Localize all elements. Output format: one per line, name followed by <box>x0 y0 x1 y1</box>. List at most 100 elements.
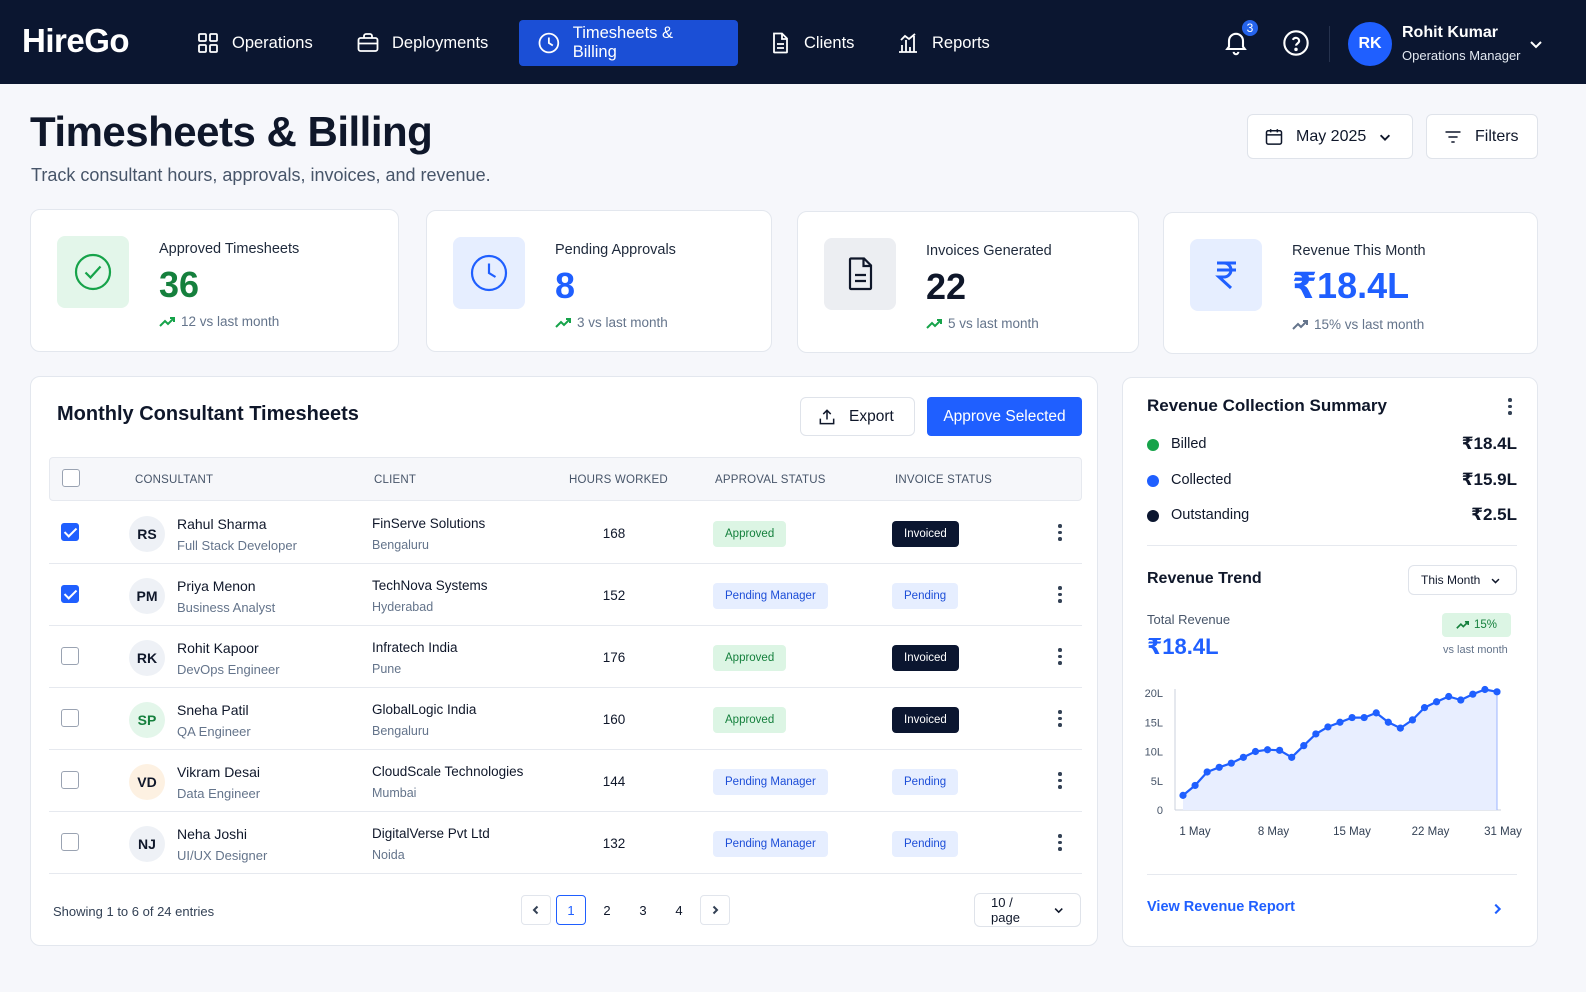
trend-point[interactable] <box>1433 698 1441 706</box>
consultant-name[interactable]: Rahul Sharma <box>177 516 267 532</box>
trend-point[interactable] <box>1336 718 1344 726</box>
next-page-button[interactable] <box>700 895 730 925</box>
nav-reports[interactable]: Reports <box>878 20 1008 66</box>
row-actions-button[interactable] <box>1057 834 1063 852</box>
trend-point[interactable] <box>1239 753 1247 761</box>
filters-button[interactable]: Filters <box>1426 114 1538 159</box>
trend-point[interactable] <box>1215 763 1223 771</box>
select-all-checkbox[interactable] <box>62 469 80 487</box>
nav-deployments[interactable]: Deployments <box>338 20 506 66</box>
nav-clients[interactable]: Clients <box>750 20 872 66</box>
trend-point[interactable] <box>1288 753 1296 761</box>
document-icon <box>773 32 788 54</box>
trend-point[interactable] <box>1203 768 1211 776</box>
trend-point[interactable] <box>1360 713 1368 722</box>
notifications-button[interactable]: 3 <box>1222 18 1260 58</box>
trend-point[interactable] <box>1372 709 1380 717</box>
page-button-3[interactable]: 3 <box>628 895 658 925</box>
user-menu-chevron[interactable] <box>1528 36 1544 57</box>
help-button[interactable] <box>1282 29 1310 62</box>
trend-point[interactable] <box>1469 690 1477 698</box>
user-name[interactable]: Rohit Kumar <box>1402 24 1498 42</box>
export-button[interactable]: Export <box>800 397 915 436</box>
stat-card-revenue: Revenue This Month ₹18.4L 15% vs last mo… <box>1163 212 1538 354</box>
trend-range-select[interactable]: This Month <box>1408 565 1517 595</box>
page-subtitle: Track consultant hours, approvals, invoi… <box>31 165 491 185</box>
legend-name: Outstanding <box>1171 507 1250 523</box>
trend-point[interactable] <box>1179 791 1187 799</box>
row-actions-button[interactable] <box>1057 586 1063 604</box>
trend-point[interactable] <box>1263 746 1272 754</box>
row-actions-button[interactable] <box>1057 710 1063 728</box>
trend-point[interactable] <box>1251 747 1260 756</box>
nav-label: Timesheets & Billing <box>572 24 673 61</box>
trend-point[interactable] <box>1408 716 1417 724</box>
trend-point[interactable] <box>1457 696 1465 704</box>
row-actions-button[interactable] <box>1057 524 1063 542</box>
trend-point[interactable] <box>1384 718 1392 726</box>
nav-operations[interactable]: Operations <box>178 20 331 66</box>
row-actions-button[interactable] <box>1057 648 1063 666</box>
consultant-name[interactable]: Rohit Kapoor <box>177 640 259 656</box>
view-revenue-report-link[interactable]: View Revenue Report <box>1147 899 1295 915</box>
change-sub: vs last month <box>1443 644 1508 656</box>
stat-trend-text: 12 vs last month <box>181 314 280 329</box>
approve-selected-button[interactable]: Approve Selected <box>927 397 1082 436</box>
stat-value: 36 <box>159 264 200 305</box>
row-checkbox[interactable] <box>61 771 79 789</box>
check-circle-icon <box>74 253 112 291</box>
consultant-name[interactable]: Vikram Desai <box>177 764 260 780</box>
row-checkbox[interactable] <box>61 585 79 603</box>
trend-point[interactable] <box>1493 688 1501 696</box>
row-checkbox[interactable] <box>61 709 79 727</box>
table-row[interactable]: NJ Neha Joshi UI/UX Designer DigitalVerse P… <box>49 812 1082 874</box>
trend-point[interactable] <box>1276 746 1284 754</box>
consultant-name[interactable]: Priya Menon <box>177 578 256 594</box>
page-size-select[interactable]: 10 / page <box>974 893 1081 927</box>
trend-point[interactable] <box>1445 692 1453 701</box>
trend-point[interactable] <box>1420 704 1429 712</box>
col-hours[interactable]: HOURS WORKED <box>569 474 668 486</box>
client-name: Infratech India <box>372 640 458 655</box>
legend-name: Billed <box>1171 436 1207 452</box>
user-avatar[interactable]: RK <box>1348 22 1392 66</box>
table-row[interactable]: PM Priya Menon Business Analyst TechNova Sy… <box>49 564 1082 626</box>
stat-card-pending: Pending Approvals 8 3 vs last month <box>426 210 772 352</box>
trend-point[interactable] <box>1191 781 1199 790</box>
row-checkbox[interactable] <box>61 523 79 541</box>
trend-point[interactable] <box>1300 742 1308 750</box>
trend-point[interactable] <box>1348 713 1356 722</box>
table-row[interactable]: RK Rohit Kapoor DevOps Engineer Infratech I… <box>49 626 1082 688</box>
consultant-name[interactable]: Neha Joshi <box>177 826 247 842</box>
table-row[interactable]: RS Rahul Sharma Full Stack Developer FinSer… <box>49 502 1082 564</box>
row-checkbox[interactable] <box>61 833 79 851</box>
period-select[interactable]: May 2025 <box>1247 114 1413 159</box>
prev-page-button[interactable] <box>521 895 551 925</box>
col-approval[interactable]: APPROVAL STATUS <box>715 474 826 486</box>
table-row[interactable]: SP Sneha Patil QA Engineer GlobalLogic Indi… <box>49 688 1082 750</box>
col-consultant[interactable]: CONSULTANT <box>135 474 213 486</box>
consultant-name[interactable]: Sneha Patil <box>177 702 249 718</box>
row-checkbox[interactable] <box>61 647 79 665</box>
page-button-4[interactable]: 4 <box>664 895 694 925</box>
trend-point[interactable] <box>1324 723 1332 731</box>
trend-point[interactable] <box>1481 685 1489 694</box>
trend-point[interactable] <box>1312 730 1320 738</box>
trend-point[interactable] <box>1227 759 1235 767</box>
chevron-right-icon[interactable] <box>1490 902 1504 916</box>
row-actions-button[interactable] <box>1057 772 1063 790</box>
trend-point[interactable] <box>1396 724 1404 732</box>
legend-dot <box>1147 475 1159 487</box>
period-label: May 2025 <box>1296 127 1367 145</box>
page-button-1[interactable]: 1 <box>556 895 586 925</box>
nav-timesheets-billing[interactable]: Timesheets & Billing <box>519 20 738 66</box>
brand-logo[interactable]: HireGo <box>22 22 130 60</box>
revenue-menu-button[interactable] <box>1507 398 1513 416</box>
stat-icon-box <box>57 236 129 308</box>
hours-worked: 160 <box>602 712 626 727</box>
page-button-2[interactable]: 2 <box>592 895 622 925</box>
col-client[interactable]: CLIENT <box>374 474 416 486</box>
table-row[interactable]: VD Vikram Desai Data Engineer CloudScale Te… <box>49 750 1082 812</box>
nav-label: Clients <box>804 33 855 52</box>
col-invoice[interactable]: INVOICE STATUS <box>895 474 992 486</box>
